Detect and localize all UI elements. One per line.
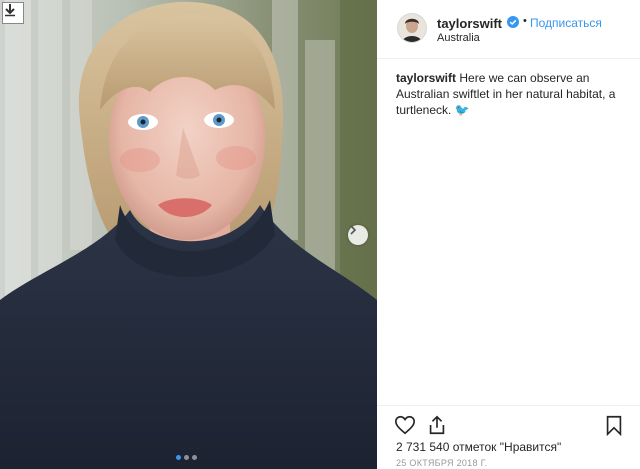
location-link[interactable]: Australia xyxy=(437,32,480,44)
chevron-right-icon[interactable] xyxy=(348,225,368,245)
download-arrow-icon[interactable] xyxy=(2,2,24,24)
selfie-image xyxy=(0,0,377,469)
caption-username[interactable]: taylorswift xyxy=(396,71,456,85)
avatar[interactable] xyxy=(397,13,427,43)
post-header: taylorswift • Подписаться Australia xyxy=(377,0,640,59)
likes-count[interactable]: 2 731 540 отметок "Нравится" xyxy=(396,440,561,454)
bookmark-icon[interactable] xyxy=(603,414,625,436)
follow-button[interactable]: Подписаться xyxy=(530,16,602,30)
carousel-dot xyxy=(192,455,197,460)
separator-bullet: • xyxy=(523,15,527,27)
post-caption: taylorswift Here we can observe an Austr… xyxy=(396,70,624,118)
heart-icon[interactable] xyxy=(394,414,416,436)
share-icon[interactable] xyxy=(426,414,448,436)
post-date: 25 ОКТЯБРЯ 2018 Г. xyxy=(396,458,488,468)
carousel-dot xyxy=(184,455,189,460)
instagram-post: taylorswift • Подписаться Australia tayl… xyxy=(0,0,640,469)
post-photo[interactable] xyxy=(0,0,377,469)
username-link[interactable]: taylorswift xyxy=(437,16,502,31)
verified-badge-icon xyxy=(507,16,519,28)
carousel-dot-active xyxy=(176,455,181,460)
post-details-panel: taylorswift • Подписаться Australia tayl… xyxy=(377,0,640,469)
carousel-indicator xyxy=(176,455,197,460)
action-bar xyxy=(377,405,640,442)
